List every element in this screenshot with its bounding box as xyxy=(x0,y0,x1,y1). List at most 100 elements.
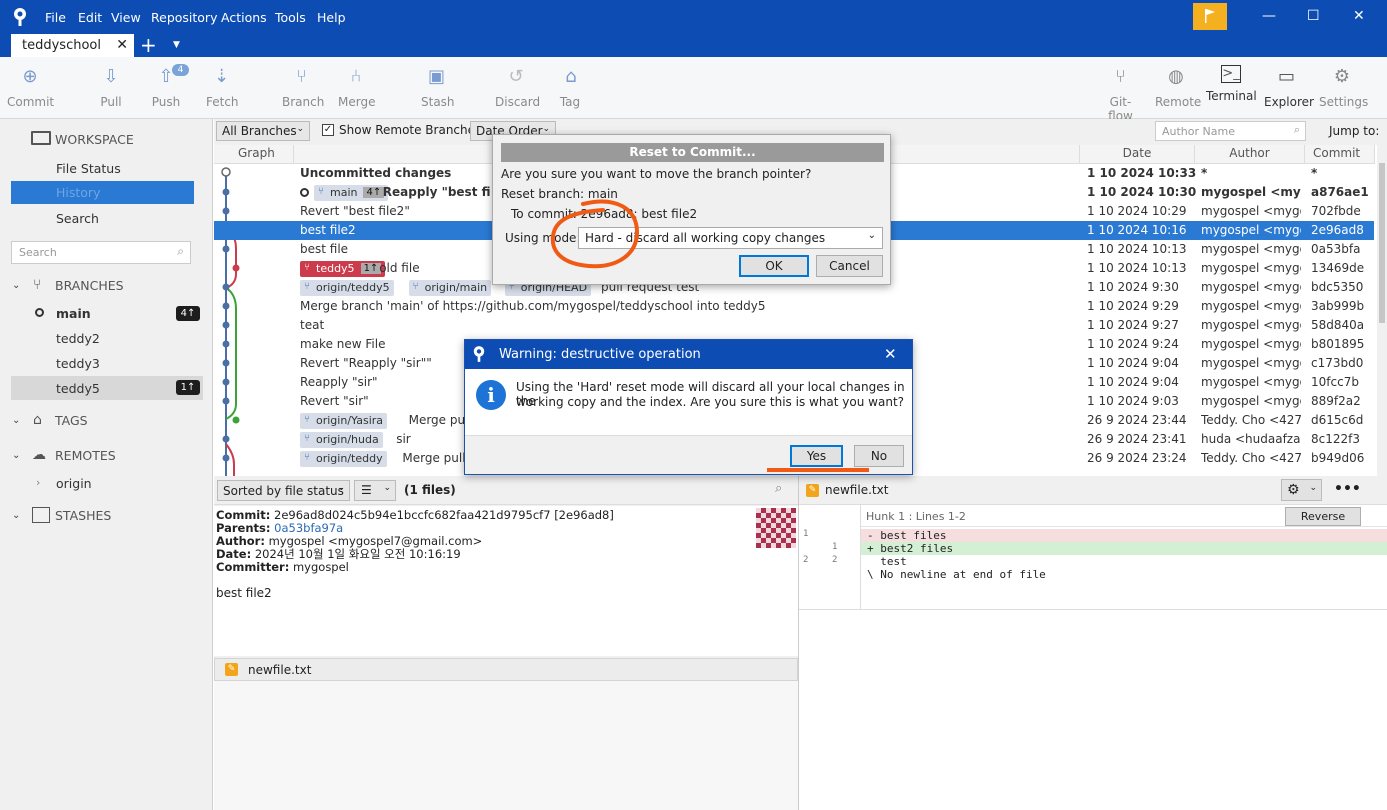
discard-button[interactable]: ↺ Discard xyxy=(495,65,540,109)
ref-label[interactable]: ⑂ origin/teddy5 xyxy=(300,280,394,296)
close-window-icon[interactable]: ✕ xyxy=(1353,8,1365,24)
commit-row[interactable]: teat 1 10 2024 9:27 mygospel <mygos 58d840a xyxy=(214,316,1374,335)
menu-file[interactable]: File xyxy=(45,10,66,25)
ref-label[interactable]: ⑂ origin/huda xyxy=(300,432,383,448)
reverse-hunk-button[interactable]: Reverse hunk xyxy=(1285,507,1361,540)
stashes-chevron-icon[interactable]: ⌄ xyxy=(12,510,20,521)
gitflow-button[interactable]: ⑂ Git-flow xyxy=(1098,65,1143,123)
remote-button[interactable]: ◍ Remote xyxy=(1155,65,1201,109)
branch-item-teddy2[interactable]: teddy2 xyxy=(56,331,100,346)
file-name: newfile.txt xyxy=(248,663,312,677)
chevron-down-icon: ⌄ xyxy=(337,483,345,493)
ref-label[interactable]: ⑂ origin/Yasira xyxy=(300,413,388,429)
no-button[interactable]: No xyxy=(854,445,904,467)
settings-button[interactable]: ⚙ Settings xyxy=(1319,65,1368,109)
fetch-icon: ⇣ xyxy=(213,66,230,87)
flag-icon[interactable] xyxy=(1193,3,1227,30)
menu-help[interactable]: Help xyxy=(317,10,346,25)
menu-repository[interactable]: Repository xyxy=(151,10,217,25)
jump-to-label: Jump to: xyxy=(1329,124,1380,138)
ref-label[interactable]: ⑂ teddy5 1↑ xyxy=(300,261,386,277)
tag-button[interactable]: ⌂ Tag xyxy=(559,65,581,109)
menu-tools[interactable]: Tools xyxy=(275,10,306,25)
stash-button[interactable]: ▣ Stash xyxy=(421,65,455,109)
tags-header[interactable]: TAGS xyxy=(55,413,88,428)
column-date[interactable]: Date xyxy=(1080,145,1195,164)
menu-actions[interactable]: Actions xyxy=(221,10,267,25)
avatar xyxy=(756,508,796,548)
tag-label: Tag xyxy=(559,95,581,109)
ref-label[interactable]: ⑂ origin/main xyxy=(408,280,492,296)
terminal-button[interactable]: >_ Terminal xyxy=(1206,65,1257,103)
chevron-right-icon[interactable]: › xyxy=(36,476,40,489)
menu-view[interactable]: View xyxy=(111,10,141,25)
tab-dropdown-icon[interactable]: ▼ xyxy=(173,40,180,50)
yes-button[interactable]: Yes xyxy=(790,445,843,467)
commit-date: 1 10 2024 10:29 xyxy=(1087,204,1187,218)
modified-file-icon: ✎ xyxy=(225,663,238,676)
file-list-item[interactable]: ✎ newfile.txt xyxy=(214,658,798,681)
remote-item-origin[interactable]: origin xyxy=(56,476,92,491)
file-toolbar: Sorted by file status ⌄ ☰ ⌄ (1 files) ⌕ xyxy=(214,476,798,505)
branch-item-teddy3[interactable]: teddy3 xyxy=(56,356,100,371)
branches-chevron-icon[interactable]: ⌄ xyxy=(12,280,20,291)
commit-date: 1 10 2024 9:27 xyxy=(1087,318,1179,332)
tags-chevron-icon[interactable]: ⌄ xyxy=(12,415,20,426)
view-mode-dropdown[interactable]: ☰ ⌄ xyxy=(354,480,396,501)
diff-line: \ No newline at end of file xyxy=(799,568,1387,581)
repo-tab[interactable]: teddyschool ✕ xyxy=(11,34,134,57)
branch-item-teddy5[interactable]: teddy5 1↑ xyxy=(11,376,203,400)
parent-link[interactable]: 0a53bfa97a xyxy=(274,521,343,535)
commit-author: mygospel <mygos xyxy=(1201,223,1301,237)
branch-button[interactable]: ⑂ Branch xyxy=(282,65,324,109)
stashes-header[interactable]: STASHES xyxy=(55,508,111,523)
ref-label[interactable]: ⑂ main 4↑ xyxy=(314,185,389,201)
commit-button[interactable]: ⊕ Commit xyxy=(7,65,54,109)
show-remote-checkbox[interactable]: ✓ xyxy=(322,124,334,136)
commit-row[interactable]: Merge branch 'main' of https://github.co… xyxy=(214,297,1374,316)
sidebar-item-history[interactable]: History xyxy=(11,181,194,204)
sort-dropdown[interactable]: Sorted by file status ⌄ xyxy=(217,480,350,501)
branch-item-main[interactable]: main xyxy=(56,306,91,321)
commit-message: best file2 xyxy=(216,586,272,600)
warning-title: Warning: destructive operation xyxy=(499,347,701,362)
history-scrollbar[interactable] xyxy=(1377,145,1387,476)
sidebar-search-input[interactable]: Search ⌕ xyxy=(11,241,191,264)
commit-hash: 10fcc7b xyxy=(1311,375,1359,389)
fetch-button[interactable]: ⇣ Fetch xyxy=(206,65,239,109)
branch-icon: ⑂ xyxy=(412,281,419,292)
author-filter-input[interactable]: Author Name ⌕ xyxy=(1155,121,1306,141)
merge-button[interactable]: ⑃ Merge xyxy=(338,65,375,109)
commit-author: mygospel <mygos xyxy=(1201,204,1301,218)
ok-button[interactable]: OK xyxy=(739,255,809,277)
diff-options-button[interactable]: ⚙ ⌄ xyxy=(1281,479,1322,501)
ref-label[interactable]: ⑂ origin/teddy xyxy=(300,451,387,467)
remotes-chevron-icon[interactable]: ⌄ xyxy=(12,450,20,461)
branches-dropdown[interactable]: All Branches ⌄ xyxy=(216,121,310,141)
more-options-icon[interactable]: ••• xyxy=(1334,481,1361,497)
cancel-button[interactable]: Cancel xyxy=(816,255,883,277)
column-commit[interactable]: Commit xyxy=(1305,145,1375,164)
menu-edit[interactable]: Edit xyxy=(78,10,102,25)
close-icon[interactable]: ✕ xyxy=(884,345,897,363)
remotes-header[interactable]: REMOTES xyxy=(55,448,116,463)
scrollbar-thumb[interactable] xyxy=(1379,163,1385,323)
search-icon[interactable]: ⌕ xyxy=(775,481,782,496)
chevron-down-icon: ⌄ xyxy=(383,483,391,493)
branches-header[interactable]: BRANCHES xyxy=(55,278,124,293)
column-author[interactable]: Author xyxy=(1195,145,1305,164)
minimize-icon[interactable]: — xyxy=(1262,8,1276,24)
maximize-icon[interactable]: ☐ xyxy=(1307,8,1320,24)
pull-button[interactable]: ⇩ Pull xyxy=(98,65,124,109)
toolbar: ⊕ Commit ⇩ Pull ⇧ Push ⇣ Fetch ⑂ Branch ⑃ Merg… xyxy=(0,57,1387,123)
diff-line: 1 + best2 files xyxy=(799,542,1387,555)
diff-line: 2 2 test xyxy=(799,555,1387,568)
sidebar-item-file-status[interactable]: File Status xyxy=(56,161,121,176)
close-tab-icon[interactable]: ✕ xyxy=(116,37,128,53)
commit-author: mygospel <mygo xyxy=(1201,185,1301,199)
new-tab-icon[interactable]: + xyxy=(140,34,157,56)
column-graph[interactable]: Graph xyxy=(214,145,294,164)
sidebar-item-search[interactable]: Search xyxy=(56,211,99,226)
commit-description: Revert "sir" xyxy=(300,394,369,408)
explorer-button[interactable]: ▭ Explorer xyxy=(1264,65,1314,109)
